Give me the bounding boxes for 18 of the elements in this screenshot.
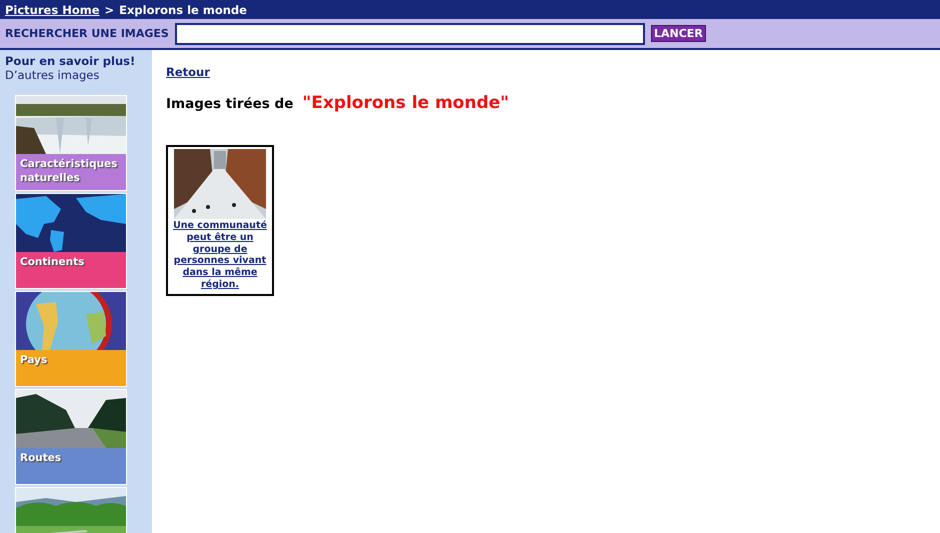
category-label: Caractéristiques naturelles xyxy=(16,154,126,190)
sidebar-subtitle: D’autres images xyxy=(5,68,100,82)
collection-title: "Explorons le monde" xyxy=(302,93,510,113)
category-label: Routes xyxy=(16,448,126,484)
search-field[interactable] xyxy=(175,22,645,44)
category-tile[interactable]: Routes xyxy=(15,389,127,485)
image-caption-link[interactable]: Une communauté peut être un groupe de personnes vivant dans la même région. xyxy=(169,220,271,291)
sidebar-title: Pour en savoir plus! xyxy=(5,54,136,68)
search-label: RECHERCHER UNE IMAGES xyxy=(5,27,170,40)
search-button[interactable]: LANCER xyxy=(651,25,706,42)
breadcrumb-separator: > xyxy=(104,2,114,16)
heading-text: Images tirées de xyxy=(166,96,294,112)
breadcrumb-current: Explorons le monde xyxy=(119,2,247,16)
back-link[interactable]: Retour xyxy=(166,65,210,79)
category-tile[interactable]: Continents xyxy=(15,193,127,289)
category-label: Continents xyxy=(16,252,126,288)
category-label: Pays xyxy=(16,350,126,386)
home-link[interactable]: Pictures Home xyxy=(5,2,100,16)
